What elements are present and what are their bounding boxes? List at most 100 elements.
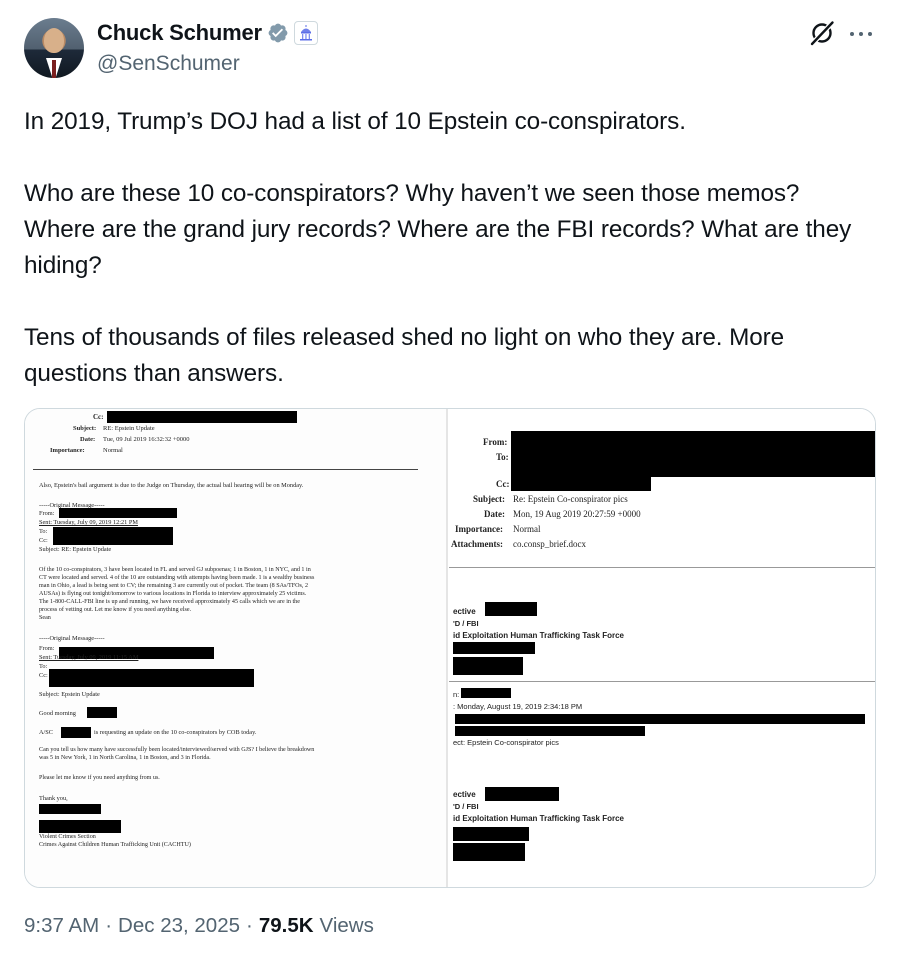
doc-body-line: Sean [39, 615, 51, 621]
tweet-paragraph-1: In 2019, Trump’s DOJ had a list of 10 Ep… [24, 108, 686, 135]
doc-subject: Subject: RE: Epstein Update [39, 546, 112, 553]
doc-sent: Sent: Tuesday, July 09, 2019 11:15 AM [39, 654, 139, 661]
doc-to: To: [39, 528, 48, 535]
doc-signature-unit: Crimes Against Children Human Traffickin… [39, 842, 191, 848]
tweet-time[interactable]: 9:37 AM [24, 914, 99, 938]
doc-question-line: Can you tell us how many have successful… [39, 747, 315, 753]
doc-cc: Cc: [39, 537, 48, 544]
redaction [39, 820, 121, 833]
redaction [61, 727, 91, 738]
doc-signature-line: ective [453, 790, 476, 799]
tweet-header: Chuck Schumer @SenSchumer [24, 18, 874, 80]
doc-divider [449, 567, 875, 568]
tweet-text: In 2019, Trump’s DOJ had a list of 10 Ep… [24, 104, 874, 392]
doc-divider [449, 681, 875, 682]
doc-divider [33, 469, 418, 470]
doc-importance-label: Importance: [455, 524, 503, 534]
redaction [511, 431, 875, 477]
grok-icon[interactable] [809, 20, 835, 46]
doc-asac-text: is requesting an update on the 10 co-con… [94, 729, 257, 736]
doc-body-line: AUSAs) is flying out tonight/tomorrow to… [39, 591, 307, 597]
doc-importance-label: Importance: [50, 447, 85, 454]
doc-date-label: Date: [484, 509, 505, 519]
more-options-icon[interactable] [847, 24, 875, 44]
redaction [107, 411, 297, 423]
doc-importance-value: Normal [513, 524, 541, 534]
redaction [453, 642, 535, 654]
doc-body-line: man in Ohio, a lead is being sent to CV;… [39, 583, 309, 589]
doc-importance-value: Normal [103, 447, 123, 454]
doc-subject: Subject: Epstein Update [39, 691, 100, 698]
doc-signature-line: id Exploitation Human Trafficking Task F… [453, 814, 624, 823]
right-document-image[interactable]: From: To: Cc: Subject: Re: Epstein Co-co… [449, 409, 875, 887]
tweet-media-image[interactable]: Cc: Subject: RE: Epstein Update Date: Tu… [24, 408, 876, 888]
doc-body-line: CT were located and served. 4 of the 10 … [39, 575, 315, 581]
redaction [53, 527, 173, 545]
views-count: 79.5K [258, 914, 314, 937]
left-document-image[interactable]: Cc: Subject: RE: Epstein Update Date: Tu… [25, 409, 447, 887]
separator: · [105, 914, 113, 937]
doc-body-line: Of the 10 co-conspirators, 3 have been l… [39, 567, 311, 573]
redaction [511, 477, 651, 491]
verified-badge-icon[interactable] [267, 22, 289, 44]
tweet-date[interactable]: Dec 23, 2025 [118, 914, 240, 938]
tweet-metadata: 9:37 AM · Dec 23, 2025 · 79.5K Views [24, 914, 374, 938]
doc-subject-value: RE: Epstein Update [103, 425, 155, 432]
doc-question-line: was 5 in New York, 1 in North Carolina, … [39, 755, 211, 761]
redaction [49, 669, 254, 687]
government-affiliation-icon[interactable] [293, 21, 318, 45]
redaction [453, 657, 523, 675]
doc-to: To: [39, 663, 48, 670]
doc-signature-line: ective [453, 607, 476, 616]
doc-original-message: -----Original Message----- [39, 635, 105, 642]
doc-cc-label: Cc: [496, 479, 510, 489]
redaction [485, 787, 559, 801]
doc-from: From: [39, 510, 55, 517]
tweet-paragraph-3: Tens of thousands of files released shed… [24, 324, 785, 387]
doc-message-subject: ect: Epstein Co-conspirator pics [453, 738, 559, 747]
doc-cc-label: Cc: [93, 413, 104, 421]
avatar[interactable] [24, 18, 84, 78]
doc-subject-value: Re: Epstein Co-conspirator pics [513, 494, 628, 504]
doc-asac-label: A/SC [39, 729, 53, 736]
doc-signature-line: id Exploitation Human Trafficking Task F… [453, 631, 624, 640]
redaction [39, 804, 101, 814]
doc-please-line: Please let me know if you need anything … [39, 775, 160, 781]
doc-body-line: process of vetting out. Let me know if y… [39, 607, 192, 613]
doc-sent: Sent: Tuesday, July 09, 2019 12:21 PM [39, 519, 138, 526]
redaction [59, 508, 177, 518]
doc-from-label: From: [483, 437, 508, 447]
doc-message-sent: : Monday, August 19, 2019 2:34:18 PM [453, 702, 583, 711]
doc-to-label: To: [496, 452, 509, 462]
redaction [453, 843, 525, 861]
separator: · [246, 914, 253, 937]
doc-subject-label: Subject: [73, 425, 97, 432]
redaction [485, 602, 537, 616]
image-divider [446, 409, 448, 887]
redaction [455, 714, 865, 724]
doc-paragraph: Also, Epstein's bail argument is due to … [39, 482, 304, 489]
doc-greeting: Good morning [39, 710, 76, 717]
doc-attachments-value: co.consp_brief.docx [513, 539, 586, 549]
doc-attachments-label: Attachments: [451, 539, 503, 549]
user-handle[interactable]: @SenSchumer [97, 52, 240, 76]
display-name[interactable]: Chuck Schumer [97, 20, 262, 46]
name-row: Chuck Schumer [97, 20, 318, 46]
redaction [455, 726, 645, 736]
redaction [453, 827, 529, 841]
doc-date-label: Date: [80, 436, 96, 443]
doc-subject-label: Subject: [473, 494, 505, 504]
views-label: Views [319, 914, 374, 937]
doc-cc: Cc: [39, 672, 48, 679]
tweet-paragraph-2: Who are these 10 co-conspirators? Why ha… [24, 180, 852, 279]
doc-signature-unit: Violent Crimes Section [39, 834, 96, 840]
doc-from: From: [39, 645, 55, 652]
redaction [87, 707, 117, 718]
doc-thank-you: Thank you, [39, 795, 68, 802]
doc-signature-line: 'D / FBI [453, 619, 479, 628]
doc-date-value: Mon, 19 Aug 2019 20:27:59 +0000 [513, 509, 641, 519]
doc-body-line: The 1-800-CALL-FBI line is up and runnin… [39, 599, 300, 605]
doc-message-from: n: [453, 690, 460, 699]
redaction [461, 688, 511, 698]
doc-date-value: Tue, 09 Jul 2019 16:32:32 +0000 [103, 436, 190, 443]
